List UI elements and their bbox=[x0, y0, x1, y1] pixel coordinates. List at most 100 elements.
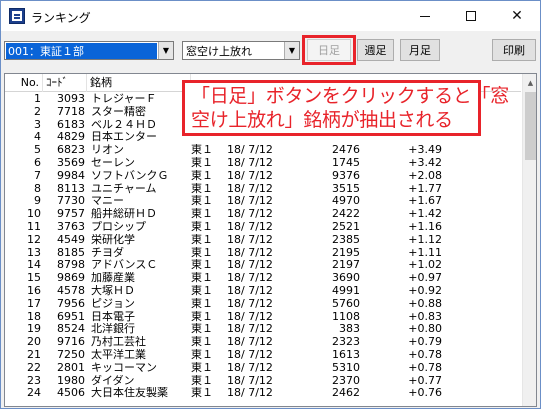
table-row[interactable]: 21 7250 太平洋工業 東１ 18/ 7/12 1613 +0.78 bbox=[5, 349, 521, 362]
row-change: +3.49 bbox=[408, 144, 442, 157]
row-number: 11 bbox=[27, 220, 41, 233]
table-row[interactable]: 16 4578 大塚ＨＤ 東１ 18/ 7/12 4991 +0.92 bbox=[5, 285, 521, 298]
row-price: 2323 bbox=[332, 336, 360, 349]
row-date: 18/ 7/12 bbox=[227, 284, 273, 297]
row-number: 21 bbox=[27, 348, 41, 361]
table-row[interactable]: 5 6823 リオン 東１ 18/ 7/12 2476 +3.49 bbox=[5, 144, 521, 157]
row-number: 14 bbox=[27, 259, 41, 272]
row-name: アドバンスＣ bbox=[91, 259, 158, 272]
row-date: 18/ 7/12 bbox=[227, 208, 273, 221]
row-price: 2195 bbox=[332, 246, 360, 259]
row-number: 7 bbox=[34, 169, 41, 182]
row-code: 4829 bbox=[57, 131, 85, 144]
table-row[interactable]: 13 8185 チヨダ 東１ 18/ 7/12 2195 +1.11 bbox=[5, 247, 521, 260]
market-select[interactable]: 001：東証１部 ▼ bbox=[4, 41, 174, 60]
row-code: 7956 bbox=[57, 297, 85, 310]
table-row[interactable]: 9 7730 マニー 東１ 18/ 7/12 4970 +1.67 bbox=[5, 195, 521, 208]
column-header-name[interactable]: 銘柄 bbox=[87, 74, 191, 92]
row-name: 栄研化学 bbox=[91, 233, 135, 246]
chevron-down-icon[interactable]: ▼ bbox=[284, 42, 299, 59]
row-name: セーレン bbox=[91, 156, 135, 169]
row-code: 8798 bbox=[57, 259, 85, 272]
row-name: リオン bbox=[91, 144, 124, 157]
maximize-button[interactable] bbox=[448, 1, 494, 31]
table-row[interactable]: 19 8524 北洋銀行 東１ 18/ 7/12 383 +0.80 bbox=[5, 323, 521, 336]
column-header-code[interactable]: ｺｰﾄﾞ bbox=[43, 74, 87, 92]
row-code: 2801 bbox=[57, 361, 85, 374]
row-number: 1 bbox=[34, 93, 41, 105]
row-date: 18/ 7/12 bbox=[227, 182, 273, 195]
close-button[interactable]: ✕ bbox=[494, 1, 540, 31]
row-price: 3690 bbox=[332, 272, 360, 285]
row-change: +0.79 bbox=[408, 336, 442, 349]
table-row[interactable]: 24 4506 大日本住友製薬 東１ 18/ 7/12 2462 +0.76 bbox=[5, 387, 521, 400]
close-icon: ✕ bbox=[511, 8, 523, 24]
table-row[interactable]: 15 9869 加藤産業 東１ 18/ 7/12 3690 +0.97 bbox=[5, 272, 521, 285]
row-price: 5760 bbox=[332, 297, 360, 310]
row-number: 12 bbox=[27, 233, 41, 246]
row-market: 東１ bbox=[191, 323, 213, 336]
table-row[interactable]: 22 2801 キッコーマン 東１ 18/ 7/12 5310 +0.78 bbox=[5, 362, 521, 375]
row-number: 13 bbox=[27, 246, 41, 259]
table-row[interactable]: 23 1980 ダイダン 東１ 18/ 7/12 2370 +0.77 bbox=[5, 375, 521, 388]
row-number: 8 bbox=[34, 182, 41, 195]
row-change: +1.12 bbox=[408, 233, 442, 246]
row-market: 東１ bbox=[191, 195, 213, 208]
row-name: 北洋銀行 bbox=[91, 323, 135, 336]
row-code: 9869 bbox=[57, 272, 85, 285]
row-date: 18/ 7/12 bbox=[227, 272, 273, 285]
row-name: 日本電子 bbox=[91, 310, 135, 323]
column-header-no[interactable]: No. bbox=[5, 74, 43, 92]
row-code: 6183 bbox=[57, 118, 85, 131]
row-change: +0.88 bbox=[408, 297, 442, 310]
row-number: 16 bbox=[27, 284, 41, 297]
table-row[interactable]: 17 7956 ピジョン 東１ 18/ 7/12 5760 +0.88 bbox=[5, 298, 521, 311]
row-change: +2.08 bbox=[408, 169, 442, 182]
row-change: +1.02 bbox=[408, 259, 442, 272]
row-date: 18/ 7/12 bbox=[227, 336, 273, 349]
table-row[interactable]: 6 3569 セーレン 東１ 18/ 7/12 1745 +3.42 bbox=[5, 157, 521, 170]
chevron-down-icon[interactable]: ▼ bbox=[158, 42, 173, 59]
row-name: ユニチャーム bbox=[91, 182, 157, 195]
row-code: 9984 bbox=[57, 169, 85, 182]
table-row[interactable]: 18 6951 日本電子 東１ 18/ 7/12 1108 +0.83 bbox=[5, 311, 521, 324]
ranking-type-select[interactable]: 窓空け上放れ ▼ bbox=[182, 41, 300, 60]
annotation-callout: 「日足」ボタンをクリックすると「窓 空け上放れ」銘柄が抽出される bbox=[182, 80, 509, 136]
table-row[interactable]: 10 9757 船井総研ＨＤ 東１ 18/ 7/12 2422 +1.42 bbox=[5, 208, 521, 221]
row-date: 18/ 7/12 bbox=[227, 310, 273, 323]
table-row[interactable]: 7 9984 ソフトバンクＧ 東１ 18/ 7/12 9376 +2.08 bbox=[5, 170, 521, 183]
row-market: 東１ bbox=[191, 297, 213, 310]
row-name: キッコーマン bbox=[91, 361, 157, 374]
monthly-button[interactable]: 月足 bbox=[400, 39, 440, 61]
window-title: ランキング bbox=[31, 11, 91, 25]
row-date: 18/ 7/12 bbox=[227, 195, 273, 208]
weekly-button[interactable]: 週足 bbox=[357, 39, 394, 61]
row-number: 5 bbox=[34, 144, 41, 157]
row-code: 8185 bbox=[57, 246, 85, 259]
minimize-button[interactable] bbox=[402, 1, 448, 31]
row-price: 1108 bbox=[332, 310, 360, 323]
row-price: 2462 bbox=[332, 387, 360, 400]
row-change: +0.97 bbox=[408, 272, 442, 285]
row-code: 9716 bbox=[57, 336, 85, 349]
print-button[interactable]: 印刷 bbox=[492, 39, 536, 61]
row-market: 東１ bbox=[191, 144, 213, 157]
scroll-up-icon[interactable]: ▲ bbox=[523, 74, 536, 91]
table-row[interactable]: 20 9716 乃村工芸社 東１ 18/ 7/12 2323 +0.79 bbox=[5, 336, 521, 349]
row-name: スター精密 bbox=[91, 105, 146, 118]
row-name: 大日本住友製薬 bbox=[91, 387, 168, 400]
row-market: 東１ bbox=[191, 272, 213, 285]
scroll-thumb[interactable] bbox=[525, 92, 536, 160]
row-market: 東１ bbox=[191, 220, 213, 233]
row-date: 18/ 7/12 bbox=[227, 361, 273, 374]
title-bar[interactable]: ランキング ✕ bbox=[1, 1, 540, 31]
daily-button-highlight bbox=[302, 35, 356, 65]
table-row[interactable]: 12 4549 栄研化学 東１ 18/ 7/12 2385 +1.12 bbox=[5, 234, 521, 247]
row-price: 2476 bbox=[332, 144, 360, 157]
row-change: +1.42 bbox=[408, 208, 442, 221]
vertical-scrollbar[interactable]: ▲ bbox=[522, 74, 536, 406]
table-row[interactable]: 11 3763 プロシップ 東１ 18/ 7/12 2521 +1.16 bbox=[5, 221, 521, 234]
table-row[interactable]: 8 8113 ユニチャーム 東１ 18/ 7/12 3515 +1.77 bbox=[5, 183, 521, 196]
table-row[interactable]: 14 8798 アドバンスＣ 東１ 18/ 7/12 2197 +1.02 bbox=[5, 259, 521, 272]
row-price: 5310 bbox=[332, 361, 360, 374]
